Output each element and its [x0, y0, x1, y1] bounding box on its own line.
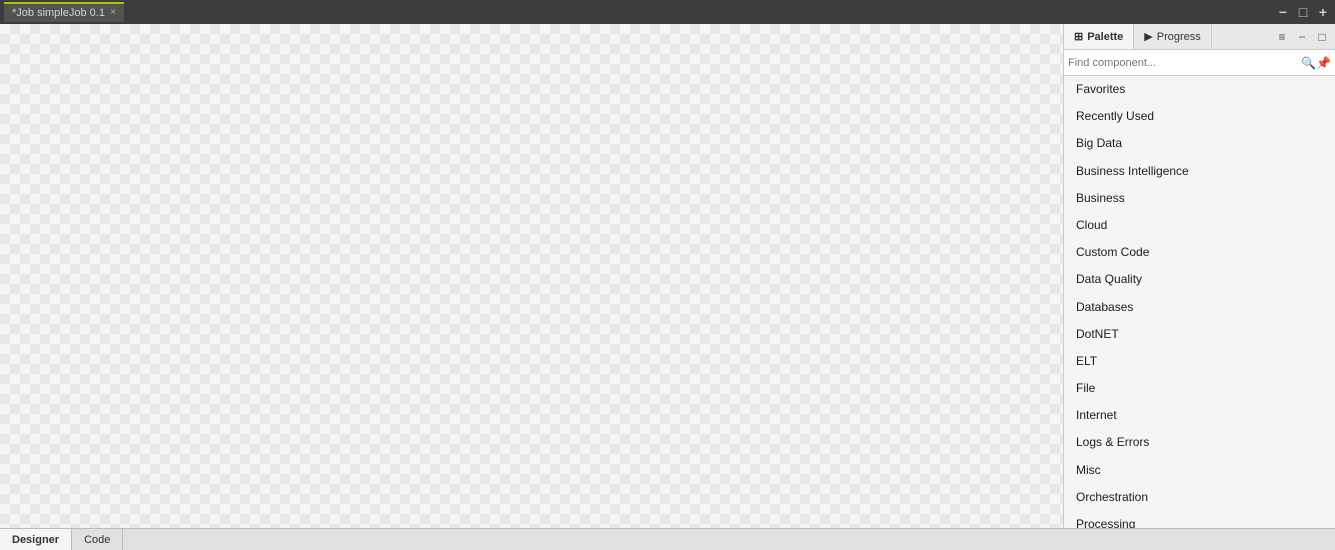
panel-actions: ≡ − □: [1269, 24, 1335, 49]
tab-progress[interactable]: ▶ Progress: [1134, 24, 1212, 49]
palette-tab-label: Palette: [1087, 31, 1123, 43]
right-panel: ⊞ Palette ▶ Progress ≡ − □ 🔍 📌 Favorites…: [1063, 24, 1335, 528]
title-bar: *Job simpleJob 0.1 × − □ +: [0, 0, 1335, 24]
restore-button[interactable]: □: [1295, 4, 1311, 20]
bottom-tab-code[interactable]: Code: [72, 529, 123, 550]
progress-icon: ▶: [1144, 30, 1152, 43]
progress-tab-label: Progress: [1157, 31, 1201, 43]
pin-button[interactable]: 📌: [1316, 56, 1331, 70]
tab-palette[interactable]: ⊞ Palette: [1064, 24, 1134, 49]
filter-button[interactable]: ≡: [1273, 28, 1291, 46]
main-area: ⊞ Palette ▶ Progress ≡ − □ 🔍 📌 Favorites…: [0, 24, 1335, 528]
panel-minimize-button[interactable]: −: [1293, 28, 1311, 46]
component-item-big-data[interactable]: Big Data: [1064, 130, 1335, 157]
code-tab-label: Code: [84, 534, 110, 546]
bottom-tab-designer[interactable]: Designer: [0, 529, 72, 550]
component-item-custom-code[interactable]: Custom Code: [1064, 239, 1335, 266]
component-item-processing[interactable]: Processing: [1064, 511, 1335, 528]
designer-tab-label: Designer: [12, 534, 59, 546]
search-bar: 🔍 📌: [1064, 50, 1335, 76]
component-item-favorites[interactable]: Favorites: [1064, 76, 1335, 103]
component-item-data-quality[interactable]: Data Quality: [1064, 266, 1335, 293]
component-item-logs-errors[interactable]: Logs & Errors: [1064, 429, 1335, 456]
palette-icon: ⊞: [1074, 30, 1083, 43]
search-icon: 🔍: [1301, 56, 1316, 70]
maximize-button[interactable]: +: [1315, 4, 1331, 20]
editor-tab[interactable]: *Job simpleJob 0.1 ×: [4, 2, 124, 22]
tab-close-button[interactable]: ×: [110, 8, 116, 18]
bottom-tab-bar: Designer Code: [0, 528, 1335, 550]
component-list: FavoritesRecently UsedBig DataBusiness I…: [1064, 76, 1335, 528]
canvas-grid: [0, 24, 1063, 528]
panel-restore-button[interactable]: □: [1313, 28, 1331, 46]
component-item-misc[interactable]: Misc: [1064, 457, 1335, 484]
component-item-internet[interactable]: Internet: [1064, 402, 1335, 429]
component-item-cloud[interactable]: Cloud: [1064, 212, 1335, 239]
component-item-file[interactable]: File: [1064, 375, 1335, 402]
component-item-elt[interactable]: ELT: [1064, 348, 1335, 375]
search-input[interactable]: [1068, 57, 1301, 69]
component-item-business[interactable]: Business: [1064, 185, 1335, 212]
component-item-databases[interactable]: Databases: [1064, 294, 1335, 321]
component-item-business-intelligence[interactable]: Business Intelligence: [1064, 158, 1335, 185]
minimize-button[interactable]: −: [1275, 4, 1291, 20]
component-item-dotnet[interactable]: DotNET: [1064, 321, 1335, 348]
tab-title: *Job simpleJob 0.1: [12, 7, 106, 19]
component-item-orchestration[interactable]: Orchestration: [1064, 484, 1335, 511]
window-controls: − □ +: [1275, 4, 1331, 20]
panel-tab-bar: ⊞ Palette ▶ Progress ≡ − □: [1064, 24, 1335, 50]
component-item-recently-used[interactable]: Recently Used: [1064, 103, 1335, 130]
canvas-area[interactable]: [0, 24, 1063, 528]
